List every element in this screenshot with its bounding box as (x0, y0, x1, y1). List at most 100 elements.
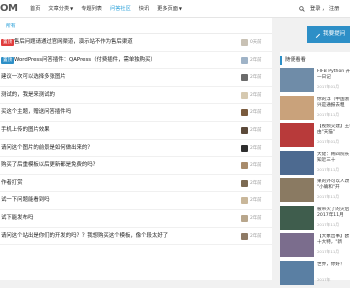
post-title-line: 大佬：韩四院长 (317, 151, 350, 157)
avatar[interactable] (241, 126, 248, 134)
question-title-link[interactable]: 试下能发布吗 (1, 214, 33, 223)
question-title-link[interactable]: 试一下问题能看到吗 (1, 196, 50, 205)
avatar[interactable] (241, 109, 248, 117)
random-post-item[interactable]: 被带火了的灾后 2017年11月 2017年11月 (280, 205, 350, 233)
tab-1[interactable]: 所有 (3, 22, 19, 29)
post-title[interactable]: 被带火了的灾后 2017年11月 (317, 207, 350, 219)
question-title-link[interactable]: 建议一次可以选择多张图片 (1, 73, 66, 82)
question-title-link[interactable]: 请问这个图片的前景是如何做出来的？ (1, 144, 93, 153)
question-title-link[interactable]: WordPress问答插件：QAPress（付费插件，需单独购买） (14, 56, 156, 65)
post-thumbnail[interactable] (280, 68, 314, 92)
question-title-link[interactable]: 测试的，我是来测试的 (1, 91, 55, 100)
post-time: 2年前 (250, 127, 262, 133)
login-link[interactable]: 登录 (310, 6, 320, 12)
post-title-line: 兴是通报去粗 (317, 102, 345, 108)
post-thumbnail[interactable] (280, 178, 314, 202)
avatar[interactable] (241, 56, 248, 64)
post-thumbnail[interactable] (280, 205, 314, 230)
post-title[interactable]: 世界，你好！ (317, 262, 350, 268)
ask-question-button[interactable]: 我要提问 (307, 26, 350, 43)
nav-item[interactable]: 首页 (26, 0, 44, 18)
post-title-line: "小确和"开 (317, 185, 340, 190)
avatar[interactable] (241, 39, 248, 46)
question-title-link[interactable]: 请问这个站出是你们的开发的吗？？我想购买这个模板，像个段太好了 (1, 232, 168, 241)
post-thumbnail[interactable] (280, 95, 314, 120)
post-title[interactable]: 大佬：韩四院长 知近三十 (317, 152, 350, 164)
question-row[interactable]: 置顶 售后问题请通过官网渠道，演示站不作为售后渠道 0天前 (0, 34, 272, 52)
avatar[interactable] (241, 232, 248, 240)
post-thumbnail[interactable] (280, 260, 314, 285)
post-title-line: 2017年11月 (317, 212, 344, 218)
post-title[interactable]: 果的外可以人改 "小确和"开 (317, 179, 350, 191)
question-title-link[interactable]: 买这个主题，赠送问答插件吗 (1, 108, 71, 117)
pinned-badge: 置顶 (1, 56, 15, 64)
nav-item[interactable]: 快讯 (135, 0, 153, 18)
avatar[interactable] (241, 162, 248, 170)
question-title-link[interactable]: 购买了后重模板以后更新都是免费的吗？ (1, 161, 98, 170)
search-icon[interactable] (299, 6, 305, 12)
post-title[interactable]: 【大象出事】欧 十大特，"新 (317, 234, 350, 246)
post-thumbnail[interactable] (280, 233, 314, 257)
avatar[interactable] (241, 197, 248, 205)
post-title[interactable]: 你的浮（中国浙 兴是通报去粗 (317, 97, 350, 109)
question-title-link[interactable]: 售后问题请通过官网渠道，演示站不作为售后渠道 (14, 38, 133, 47)
question-row[interactable]: 请问这个站出是你们的开发的吗？？我想购买这个模板，像个段太好了 2年前 (0, 228, 272, 246)
pinned-badge: 置顶 (1, 39, 15, 46)
post-title-line: 世界，你好！ (317, 261, 345, 267)
question-row[interactable]: 作者打赏 2年前 (0, 175, 272, 193)
post-time: 2年前 (250, 163, 262, 169)
ask-question-label: 我要提问 (323, 31, 346, 37)
post-thumbnail[interactable] (280, 150, 314, 175)
post-date: 2017年01月 (317, 139, 340, 144)
question-title-link[interactable]: 作者打赏 (1, 179, 23, 188)
nav-item-label: 问答社区 (110, 6, 131, 12)
random-post-item[interactable]: FIFB Python 开一日记 2017年01月 (280, 68, 350, 95)
post-time: 2年前 (250, 75, 262, 81)
question-title-link[interactable]: 手机上传的图片效果 (1, 126, 50, 135)
post-time: 2年前 (250, 180, 262, 186)
nav-item[interactable]: 文章分类▼ (44, 0, 77, 18)
nav-item[interactable]: 更多页面▼ (153, 0, 186, 18)
question-row[interactable]: 买这个主题，赠送问答插件吗 2年前 (0, 104, 272, 122)
random-post-item[interactable]: 你的浮（中国浙 兴是通报去粗 2017年11月 (280, 95, 350, 123)
post-time: 2年前 (250, 57, 262, 63)
post-thumbnail[interactable] (280, 123, 314, 147)
nav-item-label: 更多页面 (157, 6, 178, 12)
post-date: 2017年11月 (317, 221, 340, 227)
post-title[interactable]: 【视频交建】王者由"天猫" (317, 124, 350, 136)
avatar[interactable] (241, 74, 248, 82)
random-post-item[interactable]: 世界，你好！ 2017年 (280, 260, 350, 288)
avatar[interactable] (241, 91, 248, 99)
avatar[interactable] (241, 214, 248, 222)
post-title-line: 十大特，"新 (317, 240, 343, 245)
avatar[interactable] (241, 179, 248, 187)
register-link[interactable]: 注册 (329, 6, 339, 12)
widget-title: 随便看看 (280, 56, 306, 65)
post-date: 2017年11月 (317, 111, 340, 117)
random-post-item[interactable]: 【视频交建】王者由"天猫" 2017年01月 (280, 123, 350, 150)
nav-item-label: 快讯 (138, 6, 150, 12)
post-title-line: FIFB Python 开 (317, 69, 350, 74)
nav-item[interactable]: 问答社区 (106, 0, 135, 18)
post-title-line: 【视频交建】王者 (317, 124, 350, 129)
post-title-line: 你的浮（中国浙 (317, 96, 350, 102)
avatar[interactable] (241, 144, 248, 152)
post-title[interactable]: FIFB Python 开一日记 (317, 69, 350, 81)
question-row[interactable]: 试下能发布吗 2年前 (0, 210, 272, 228)
question-row[interactable]: 购买了后重模板以后更新都是免费的吗？ 2年前 (0, 157, 272, 175)
question-row[interactable]: 置顶 WordPress问答插件：QAPress（付费插件，需单独购买） 2年前 (0, 52, 272, 70)
random-post-item[interactable]: 大佬：韩四院长 知近三十 2017年11月 (280, 150, 350, 178)
post-time: 0天前 (250, 40, 262, 45)
post-time: 2年前 (250, 233, 262, 239)
question-row[interactable]: 请问这个图片的前景是如何做出来的？ 2年前 (0, 140, 272, 158)
nav-item[interactable]: 专题列表 (77, 0, 106, 18)
question-row[interactable]: 手机上传的图片效果 2年前 (0, 122, 272, 140)
random-post-item[interactable]: 【大象出事】欧 十大特，"新 2017年11月 (280, 233, 350, 260)
site-logo[interactable]: OM (0, 3, 18, 14)
question-row[interactable]: 试一下问题能看到吗 2年前 (0, 192, 272, 210)
question-row[interactable]: 建议一次可以选择多张图片 2年前 (0, 69, 272, 87)
random-post-item[interactable]: 果的外可以人改 "小确和"开 2017年11月 (280, 178, 350, 205)
post-title-line: 知近三十 (317, 157, 336, 163)
question-row[interactable]: 测试的，我是来测试的 2年前 (0, 87, 272, 105)
main-nav: 首页 文章分类▼ 专题列表 问答社区 快讯 更多页面▼ (26, 0, 186, 18)
